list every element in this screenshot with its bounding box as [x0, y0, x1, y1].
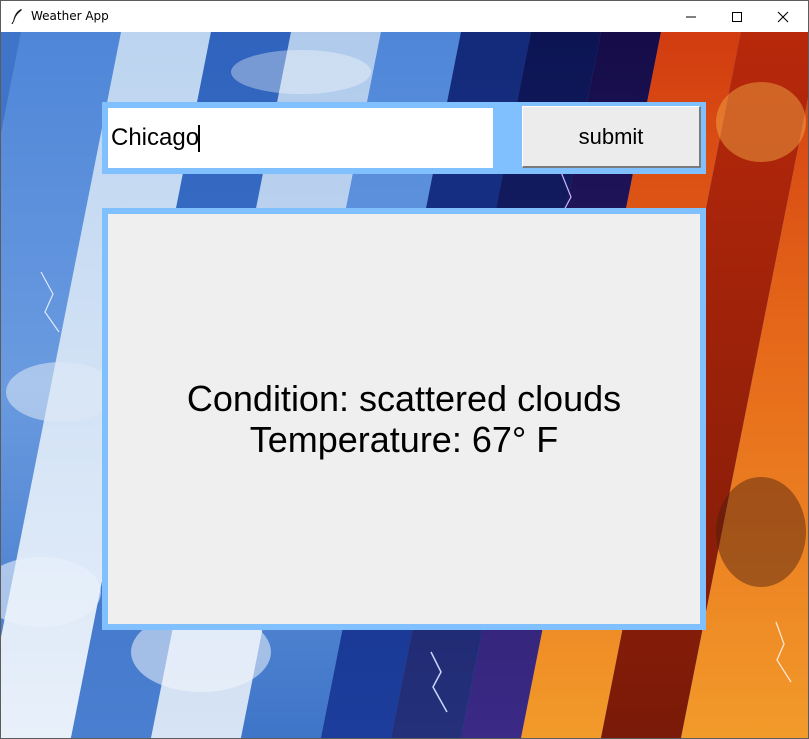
minimize-icon [686, 16, 696, 17]
close-icon [777, 11, 789, 22]
app-window: Weather App Chicago submit Condition: sc… [0, 0, 809, 739]
minimize-button[interactable] [668, 1, 714, 32]
title-bar[interactable]: Weather App [1, 1, 808, 32]
submit-button[interactable]: submit [522, 106, 701, 168]
city-input[interactable] [108, 108, 493, 168]
condition-text: Condition: scattered clouds [186, 378, 622, 419]
weather-result-label: Condition: scattered clouds Temperature:… [108, 214, 700, 624]
feather-icon [11, 9, 22, 24]
text-cursor [198, 125, 200, 152]
result-frame: Condition: scattered clouds Temperature:… [102, 208, 706, 630]
close-button[interactable] [760, 1, 806, 32]
window-title: Weather App [31, 9, 109, 23]
temperature-text: Temperature: 67° F [249, 419, 559, 460]
app-content: submit Condition: scattered clouds Tempe… [1, 32, 808, 738]
search-frame: submit [102, 102, 706, 174]
maximize-button[interactable] [714, 1, 760, 32]
maximize-icon [732, 11, 742, 22]
